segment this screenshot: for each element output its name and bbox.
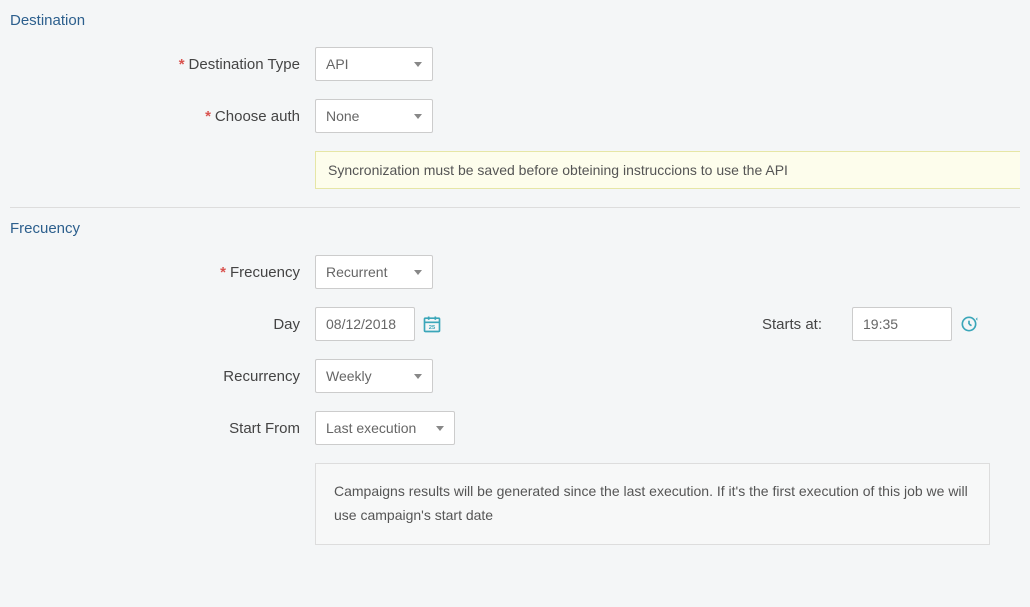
choose-auth-value: None (326, 108, 359, 124)
chevron-down-icon (414, 62, 422, 67)
starts-right (852, 307, 984, 341)
start-from-row: Start From Last execution (10, 411, 1020, 445)
frequency-row: * Frecuency Recurrent (10, 255, 1020, 289)
day-input-col: 25 Starts at: (315, 307, 1020, 341)
chevron-down-icon (436, 426, 444, 431)
required-star: * (205, 108, 211, 125)
day-label: Day (273, 316, 300, 333)
frequency-label: Frecuency (230, 264, 300, 281)
destination-type-select[interactable]: API (315, 47, 433, 81)
destination-type-input-col: API (315, 47, 1020, 81)
recurrency-select[interactable]: Weekly (315, 359, 433, 393)
day-row: Day 25 Starts at: (10, 307, 1020, 341)
api-warning-box: Syncronization must be saved before obte… (315, 151, 1020, 189)
start-from-value: Last execution (326, 420, 416, 436)
chevron-down-icon (414, 270, 422, 275)
starts-at-label: Starts at: (762, 316, 822, 333)
frequency-value: Recurrent (326, 264, 387, 280)
destination-section: Destination * Destination Type API * Cho… (0, 0, 1030, 207)
chevron-down-icon (414, 114, 422, 119)
choose-auth-label: Choose auth (215, 108, 300, 125)
start-from-label: Start From (229, 420, 300, 437)
choose-auth-select[interactable]: None (315, 99, 433, 133)
clock-icon[interactable] (954, 307, 984, 341)
recurrency-input-col: Weekly (315, 359, 1020, 393)
destination-title: Destination (10, 12, 1020, 29)
calendar-icon[interactable]: 25 (417, 307, 447, 341)
start-from-info-box: Campaigns results will be generated sinc… (315, 463, 990, 545)
recurrency-row: Recurrency Weekly (10, 359, 1020, 393)
start-from-select[interactable]: Last execution (315, 411, 455, 445)
frequency-input-col: Recurrent (315, 255, 1020, 289)
day-left: 25 (315, 307, 447, 341)
frequency-label-col: * Frecuency (10, 264, 315, 281)
recurrency-value: Weekly (326, 368, 372, 384)
day-input[interactable] (315, 307, 415, 341)
day-label-col: Day (10, 316, 315, 333)
frequency-select[interactable]: Recurrent (315, 255, 433, 289)
required-star: * (179, 56, 185, 73)
destination-type-row: * Destination Type API (10, 47, 1020, 81)
frequency-section: Frecuency * Frecuency Recurrent Day (0, 208, 1030, 563)
starts-at-input[interactable] (852, 307, 952, 341)
choose-auth-row: * Choose auth None (10, 99, 1020, 133)
chevron-down-icon (414, 374, 422, 379)
required-star: * (220, 264, 226, 281)
start-from-label-col: Start From (10, 420, 315, 437)
recurrency-label-col: Recurrency (10, 368, 315, 385)
choose-auth-label-col: * Choose auth (10, 108, 315, 125)
recurrency-label: Recurrency (223, 368, 300, 385)
frequency-title: Frecuency (10, 220, 1020, 237)
destination-type-label: Destination Type (189, 56, 300, 73)
svg-text:25: 25 (429, 325, 436, 331)
choose-auth-input-col: None (315, 99, 1020, 133)
start-from-input-col: Last execution (315, 411, 1020, 445)
destination-type-label-col: * Destination Type (10, 56, 315, 73)
destination-type-value: API (326, 56, 349, 72)
